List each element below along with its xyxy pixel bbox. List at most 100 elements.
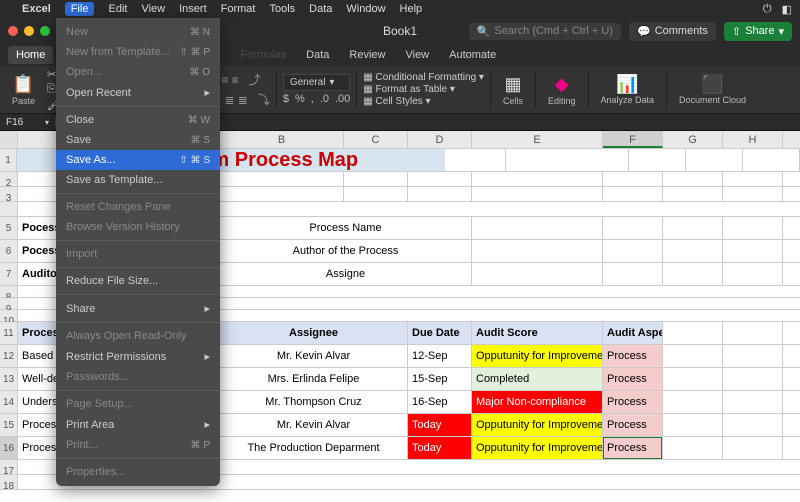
menu-save[interactable]: Save⌘ S xyxy=(56,130,220,150)
menu-page-setup[interactable]: Page Setup... xyxy=(56,394,220,414)
menu-help[interactable]: Help xyxy=(400,3,423,15)
percent-icon[interactable]: % xyxy=(295,93,305,105)
menu-open-recent[interactable]: Open Recent▸ xyxy=(56,82,220,103)
cell[interactable] xyxy=(663,263,723,285)
row-header[interactable]: 14 xyxy=(0,391,18,413)
cell[interactable] xyxy=(472,240,603,262)
menu-file[interactable]: File xyxy=(65,2,95,16)
row-header[interactable] xyxy=(0,202,18,216)
cell[interactable] xyxy=(603,187,663,201)
row-header[interactable]: 5 xyxy=(0,217,18,239)
comma-icon[interactable]: , xyxy=(311,93,314,105)
cell[interactable] xyxy=(723,322,783,344)
decrease-decimal-icon[interactable]: .0 xyxy=(320,93,329,105)
conditional-formatting-button[interactable]: ▦ Conditional Formatting ▾ xyxy=(363,72,484,83)
paste-group[interactable]: 📋 Paste xyxy=(6,74,41,106)
select-all-corner[interactable] xyxy=(0,131,18,148)
col-header-B[interactable]: B xyxy=(220,131,344,148)
search-input[interactable]: 🔍 Search (Cmd + Ctrl + U) xyxy=(469,23,621,40)
wifi-icon[interactable]: ⏻ xyxy=(763,3,772,16)
menu-restrict[interactable]: Restrict Permissions▸ xyxy=(56,346,220,367)
minimize-window-icon[interactable] xyxy=(24,26,34,36)
row-header[interactable]: 1 xyxy=(0,149,17,171)
cell[interactable]: Well-defi xyxy=(18,368,58,390)
tab-review[interactable]: Review xyxy=(341,46,393,64)
number-format-combo[interactable]: General ▾ xyxy=(283,74,350,91)
cell[interactable] xyxy=(723,437,783,459)
cell[interactable]: Major Non-compliance xyxy=(472,391,603,413)
cell[interactable]: Pocess A xyxy=(18,217,58,239)
cell[interactable] xyxy=(663,172,723,186)
cell[interactable] xyxy=(723,240,783,262)
cell[interactable] xyxy=(344,187,408,201)
cell[interactable]: Mr. Thompson Cruz xyxy=(220,391,408,413)
cell[interactable]: 16-Sep xyxy=(408,391,472,413)
menu-save-as[interactable]: Save As...⇧ ⌘ S xyxy=(56,150,220,170)
cell[interactable] xyxy=(629,149,686,171)
cell[interactable] xyxy=(603,263,663,285)
cell[interactable] xyxy=(723,263,783,285)
menu-new-template[interactable]: New from Template...⇧ ⌘ P xyxy=(56,42,220,62)
col-header-E[interactable]: E xyxy=(472,131,603,148)
table-header[interactable]: Audit Aspect xyxy=(603,322,663,344)
cell[interactable] xyxy=(743,149,800,171)
cell[interactable] xyxy=(603,217,663,239)
col-header-H[interactable]: H xyxy=(723,131,783,148)
cell[interactable]: Today xyxy=(408,414,472,436)
cell[interactable] xyxy=(472,187,603,201)
menu-share[interactable]: Share▸ xyxy=(56,298,220,319)
share-button[interactable]: ⇧ Share ▾ xyxy=(724,22,792,41)
analyze-group[interactable]: 📊 Analyze Data xyxy=(595,74,661,105)
cell-styles-button[interactable]: ▦ Cell Styles ▾ xyxy=(363,96,484,107)
menu-import[interactable]: Import xyxy=(56,244,220,264)
cell[interactable]: Process xyxy=(603,345,663,367)
row-header[interactable]: 12 xyxy=(0,345,18,367)
cell[interactable] xyxy=(663,368,723,390)
menu-insert[interactable]: Insert xyxy=(179,3,207,15)
menu-passwords[interactable]: Passwords... xyxy=(56,367,220,387)
row-header[interactable]: 8 xyxy=(0,286,18,297)
tab-formulas[interactable]: Formulas xyxy=(232,46,294,64)
cell[interactable] xyxy=(344,172,408,186)
row-header[interactable]: 9 xyxy=(0,298,18,309)
cell[interactable] xyxy=(723,217,783,239)
cell[interactable] xyxy=(723,414,783,436)
cell[interactable]: Pocess C xyxy=(18,240,58,262)
col-header-G[interactable]: G xyxy=(663,131,723,148)
col-header-D[interactable]: D xyxy=(408,131,472,148)
tab-data[interactable]: Data xyxy=(298,46,337,64)
cell[interactable] xyxy=(663,240,723,262)
menu-new[interactable]: New⌘ N xyxy=(56,22,220,42)
cell[interactable]: Process xyxy=(603,414,663,436)
menu-properties[interactable]: Properties... xyxy=(56,462,220,482)
table-header[interactable]: Process ( xyxy=(18,322,58,344)
cell[interactable]: 15-Sep xyxy=(408,368,472,390)
cell[interactable]: Completed xyxy=(472,368,603,390)
cell[interactable]: The Production Deparment xyxy=(220,437,408,459)
cell[interactable]: Process xyxy=(603,368,663,390)
cell[interactable] xyxy=(603,172,663,186)
cell[interactable] xyxy=(408,187,472,201)
table-header[interactable]: Audit Score xyxy=(472,322,603,344)
menu-open[interactable]: Open...⌘ O xyxy=(56,62,220,82)
cell[interactable]: Opputunity for Improvement xyxy=(472,437,603,459)
table-header[interactable]: Due Date xyxy=(408,322,472,344)
menu-data[interactable]: Data xyxy=(309,3,332,15)
active-cell[interactable]: Process xyxy=(603,437,663,459)
cell[interactable]: Mr. Kevin Alvar xyxy=(220,345,408,367)
menu-tools[interactable]: Tools xyxy=(269,3,295,15)
menu-close[interactable]: Close⌘ W xyxy=(56,110,220,130)
menu-save-template[interactable]: Save as Template... xyxy=(56,170,220,190)
menu-print-area[interactable]: Print Area▸ xyxy=(56,414,220,435)
cells-group[interactable]: ▦ Cells xyxy=(497,74,529,106)
cell[interactable] xyxy=(686,149,743,171)
comments-button[interactable]: 💬 Comments xyxy=(629,22,716,41)
row-header[interactable]: 10 xyxy=(0,310,18,321)
cell[interactable] xyxy=(220,172,344,186)
cell[interactable] xyxy=(472,172,603,186)
row-header[interactable]: 7 xyxy=(0,263,18,285)
row-header[interactable]: 17 xyxy=(0,460,18,474)
cell[interactable] xyxy=(663,414,723,436)
menu-reduce-size[interactable]: Reduce File Size... xyxy=(56,271,220,291)
increase-decimal-icon[interactable]: .00 xyxy=(335,93,350,105)
